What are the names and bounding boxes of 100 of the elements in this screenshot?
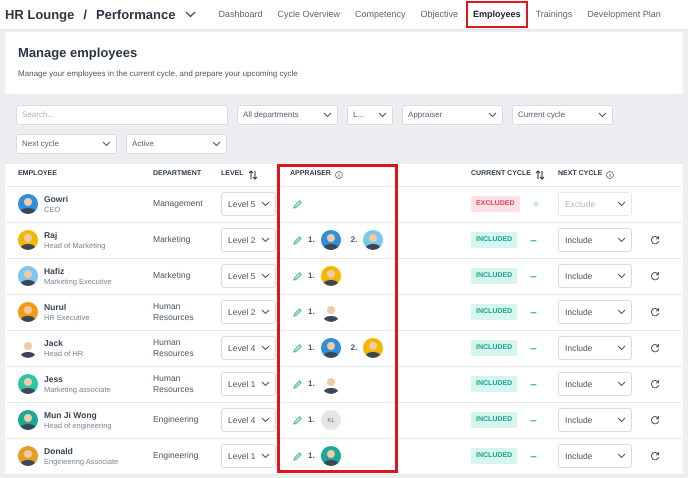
- reset-icon[interactable]: [650, 378, 660, 389]
- chevron-icon: [261, 237, 270, 244]
- search-field[interactable]: Search...: [16, 104, 228, 125]
- level-select[interactable]: Level 5: [221, 192, 276, 216]
- sort-icon[interactable]: [534, 170, 545, 180]
- employee-name: Jack: [44, 338, 64, 349]
- chevron-icon: [617, 237, 626, 244]
- avatar-icon: [363, 338, 384, 358]
- department-text: Engineering: [153, 414, 200, 426]
- nav-tab[interactable]: Objective: [414, 0, 466, 28]
- employee-name: Gowri: [44, 194, 68, 205]
- chevron-icon: [488, 112, 497, 118]
- avatar-icon: [320, 338, 341, 358]
- inclusion-select[interactable]: Include: [558, 372, 632, 396]
- chevron-icon: [323, 112, 332, 118]
- reset-icon[interactable]: [650, 270, 660, 281]
- chevron-icon: [261, 417, 270, 424]
- inclusion-select[interactable]: Include: [558, 264, 632, 288]
- chevron-icon: [261, 453, 270, 460]
- level-select[interactable]: Level 4: [221, 336, 276, 360]
- avatar-icon: [18, 230, 38, 250]
- filter-select[interactable]: Current cycle: [512, 104, 613, 125]
- inclusion-select[interactable]: Include: [558, 444, 632, 468]
- pencil-icon[interactable]: [293, 416, 302, 425]
- department-text: Human Resources: [153, 336, 195, 360]
- filter-select[interactable]: All departments: [237, 104, 338, 125]
- department-text: Management: [153, 198, 204, 210]
- chevron-icon: [617, 417, 626, 424]
- avatar-icon: [320, 446, 341, 466]
- appraiser-number: 1.: [308, 378, 315, 390]
- reset-icon[interactable]: [650, 306, 660, 317]
- pencil-icon[interactable]: [293, 236, 302, 245]
- filter-select[interactable]: Appraiser: [402, 104, 503, 125]
- inclusion-select: Exclude: [558, 192, 632, 216]
- nav-tab[interactable]: Trainings: [528, 0, 580, 28]
- employee-name: Jess: [44, 374, 64, 385]
- chevron-icon: [598, 112, 607, 118]
- info-icon: [334, 170, 343, 179]
- employee-name: Nurul: [44, 302, 68, 313]
- avatar-icon: [18, 446, 38, 466]
- filter-select[interactable]: L...: [347, 104, 393, 125]
- inclusion-select[interactable]: Include: [558, 300, 632, 324]
- info-icon: [606, 170, 614, 179]
- chevron-icon: [617, 309, 626, 316]
- pencil-icon[interactable]: [293, 200, 302, 209]
- reset-icon[interactable]: [650, 342, 660, 353]
- avatar-icon: [18, 374, 38, 394]
- page-title: Manage employees: [18, 45, 138, 61]
- nav-tab[interactable]: Competency: [348, 0, 413, 28]
- breadcrumb-separator: /: [83, 6, 87, 24]
- chevron-icon[interactable]: [185, 10, 196, 18]
- inclusion-select[interactable]: Include: [558, 408, 632, 432]
- reset-icon[interactable]: [650, 414, 660, 425]
- filter-select[interactable]: Next cycle: [16, 134, 117, 154]
- module-title: Performance: [96, 6, 176, 24]
- chevron-icon: [617, 453, 626, 460]
- nav-tab[interactable]: Cycle Overview: [270, 0, 347, 28]
- reset-icon[interactable]: [650, 450, 660, 461]
- pencil-icon[interactable]: [293, 380, 302, 389]
- employee-name: Hafiz: [44, 266, 66, 277]
- level-select[interactable]: Level 4: [221, 408, 276, 432]
- department-text: Marketing: [153, 234, 192, 246]
- department-text: Human Resources: [153, 372, 195, 396]
- chevron-icon: [617, 201, 626, 208]
- sort-icon[interactable]: [248, 170, 258, 180]
- appraiser-number: 2.: [350, 234, 358, 246]
- level-select[interactable]: Level 2: [221, 300, 276, 324]
- inclusion-select[interactable]: Include: [558, 336, 632, 360]
- level-select[interactable]: Level 5: [221, 264, 276, 288]
- pencil-icon[interactable]: [293, 452, 302, 461]
- nav-tab[interactable]: Employees: [466, 0, 528, 28]
- chevron-icon: [617, 381, 626, 388]
- chevron-icon: [261, 273, 270, 280]
- chevron-icon: [261, 309, 270, 316]
- level-select[interactable]: Level 2: [221, 228, 276, 252]
- avatar-icon: [320, 230, 341, 250]
- pencil-icon[interactable]: [293, 344, 302, 353]
- appraiser-number: 1.: [308, 450, 315, 462]
- appraiser-number: 1.: [308, 342, 315, 354]
- chevron-icon: [617, 345, 626, 352]
- filter-select[interactable]: Active: [126, 134, 227, 154]
- appraiser-number: 1.: [308, 270, 315, 282]
- chevron-icon: [617, 273, 626, 280]
- nav-tab[interactable]: Dashboard: [211, 0, 270, 28]
- page-subtitle: Manage your employees in the current cycle, and prepare your upcoming cycle: [18, 68, 299, 80]
- inclusion-select[interactable]: Include: [558, 228, 632, 252]
- chevron-icon: [261, 201, 270, 208]
- reset-icon[interactable]: [650, 234, 660, 245]
- avatar-icon: [18, 266, 38, 286]
- level-select[interactable]: Level 1: [221, 372, 276, 396]
- nav-tab[interactable]: Development Plan: [580, 0, 668, 28]
- appraiser-number: 1.: [308, 234, 315, 246]
- appraiser-number: 2.: [350, 342, 358, 354]
- brand-title: HR Lounge: [5, 6, 74, 24]
- chevron-icon: [261, 381, 270, 388]
- pencil-icon[interactable]: [293, 308, 302, 317]
- employee-name: Raj: [44, 230, 58, 241]
- pencil-icon[interactable]: [293, 272, 302, 281]
- level-select[interactable]: Level 1: [221, 444, 276, 468]
- appraiser-number: 1.: [308, 306, 315, 318]
